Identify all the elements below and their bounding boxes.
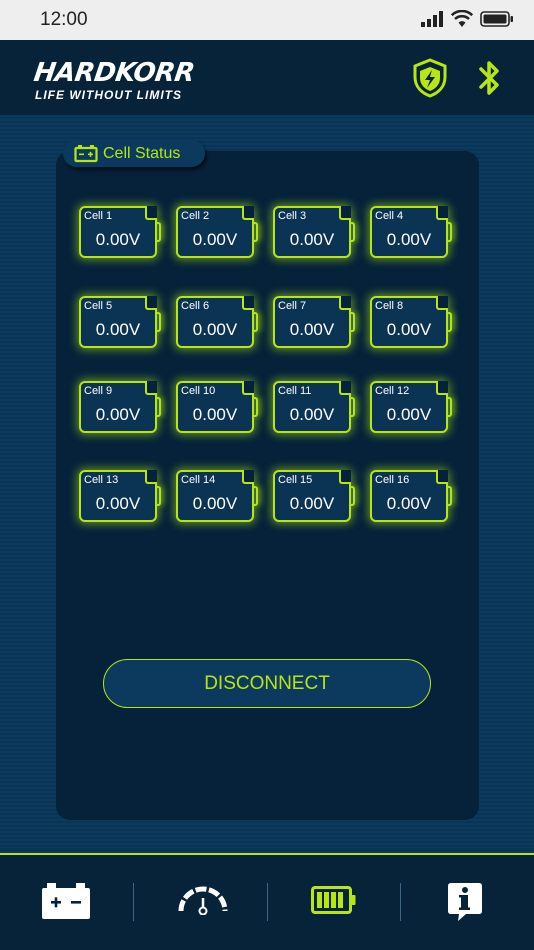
cell-notch <box>242 206 254 220</box>
nav-battery-level[interactable] <box>268 855 401 950</box>
cell-name: Cell 10 <box>181 385 216 397</box>
cell-voltage: 0.00V <box>192 405 238 424</box>
cell-notch <box>145 206 157 220</box>
cell-15-card: Cell 15 0.00V <box>273 470 355 522</box>
cell-5-card: Cell 5 0.00V <box>79 296 161 348</box>
cell-name: Cell 7 <box>278 300 307 312</box>
cell-6-card: Cell 6 0.00V <box>176 296 258 348</box>
cell-11-card: Cell 11 0.00V <box>273 381 355 433</box>
cell-name: Cell 2 <box>181 210 210 222</box>
status-battery-icon <box>480 11 513 27</box>
cell-notch <box>436 296 448 310</box>
cell-2-card: Cell 2 0.00V <box>176 206 258 258</box>
cell-notch <box>436 206 448 220</box>
cell-voltage: 0.00V <box>192 494 238 513</box>
cell-8-card: Cell 8 0.00V <box>370 296 452 348</box>
gauge-icon <box>178 886 228 915</box>
bluetooth-icon[interactable] <box>478 58 502 98</box>
cell-name: Cell 5 <box>84 300 113 312</box>
info-icon <box>448 883 482 921</box>
nav-car-battery[interactable] <box>0 855 133 950</box>
cell-3-card: Cell 3 0.00V <box>273 206 355 258</box>
cell-voltage: 0.00V <box>289 230 335 249</box>
cell-name: Cell 15 <box>278 474 313 486</box>
cell-name: Cell 1 <box>84 210 113 222</box>
cell-voltage: 0.00V <box>95 320 141 339</box>
cell-notch <box>145 296 157 310</box>
car-battery-icon <box>42 883 90 919</box>
cell-name: Cell 6 <box>181 300 210 312</box>
cell-4-card: Cell 4 0.00V <box>370 206 452 258</box>
cell-name: Cell 14 <box>181 474 216 486</box>
cell-notch <box>145 381 157 395</box>
cell-notch <box>242 381 254 395</box>
cell-12-card: Cell 12 0.00V <box>370 381 452 433</box>
brand-logo: HARDKORR <box>32 58 196 88</box>
cell-notch <box>436 470 448 484</box>
bottom-navigation <box>0 853 534 950</box>
cell-voltage: 0.00V <box>289 494 335 513</box>
cell-name: Cell 3 <box>278 210 307 222</box>
cell-notch <box>436 381 448 395</box>
cell-voltage: 0.00V <box>289 405 335 424</box>
cell-name: Cell 11 <box>278 385 312 397</box>
status-time: 12:00 <box>40 9 88 30</box>
cell-7-card: Cell 7 0.00V <box>273 296 355 348</box>
cell-voltage: 0.00V <box>386 494 432 513</box>
cell-13-card: Cell 13 0.00V <box>79 470 161 522</box>
cell-voltage: 0.00V <box>289 320 335 339</box>
status-bar: 12:00 <box>0 0 534 40</box>
cell-notch <box>145 470 157 484</box>
cell-name: Cell 12 <box>375 385 410 397</box>
cell-16-card: Cell 16 0.00V <box>370 470 452 522</box>
cellular-signal-icon <box>421 11 443 27</box>
cell-voltage: 0.00V <box>95 230 141 249</box>
cell-name: Cell 16 <box>375 474 410 486</box>
cell-status-tab: Cell Status <box>63 140 205 167</box>
battery-icon <box>74 145 98 163</box>
cell-notch <box>339 206 351 220</box>
wifi-icon <box>451 10 473 27</box>
cell-9-card: Cell 9 0.00V <box>79 381 161 433</box>
cell-1-card: Cell 1 0.00V <box>79 206 161 258</box>
cell-voltage: 0.00V <box>95 494 141 513</box>
cell-voltage: 0.00V <box>192 230 238 249</box>
cell-name: Cell 4 <box>375 210 404 222</box>
nav-gauge[interactable] <box>134 855 267 950</box>
cell-voltage: 0.00V <box>386 320 432 339</box>
cell-name: Cell 9 <box>84 385 113 397</box>
cell-voltage: 0.00V <box>95 405 141 424</box>
cell-voltage: 0.00V <box>386 405 432 424</box>
cell-voltage: 0.00V <box>192 320 238 339</box>
cell-name: Cell 13 <box>84 474 119 486</box>
cell-10-card: Cell 10 0.00V <box>176 381 258 433</box>
battery-level-icon <box>311 886 356 914</box>
app-header: HARDKORR LIFE WITHOUT LIMITS <box>0 40 534 115</box>
cell-notch <box>242 470 254 484</box>
cell-notch <box>339 470 351 484</box>
protection-shield-icon[interactable] <box>412 58 448 98</box>
cell-voltage: 0.00V <box>386 230 432 249</box>
nav-info[interactable] <box>401 855 534 950</box>
cell-notch <box>339 296 351 310</box>
brand-tagline: LIFE WITHOUT LIMITS <box>35 88 182 102</box>
disconnect-button[interactable]: DISCONNECT <box>103 659 431 708</box>
cell-notch <box>242 296 254 310</box>
cell-14-card: Cell 14 0.00V <box>176 470 258 522</box>
logo-text: HARDKORR <box>31 58 197 88</box>
panel-title: Cell Status <box>103 145 181 162</box>
cell-name: Cell 8 <box>375 300 404 312</box>
cell-notch <box>339 381 351 395</box>
